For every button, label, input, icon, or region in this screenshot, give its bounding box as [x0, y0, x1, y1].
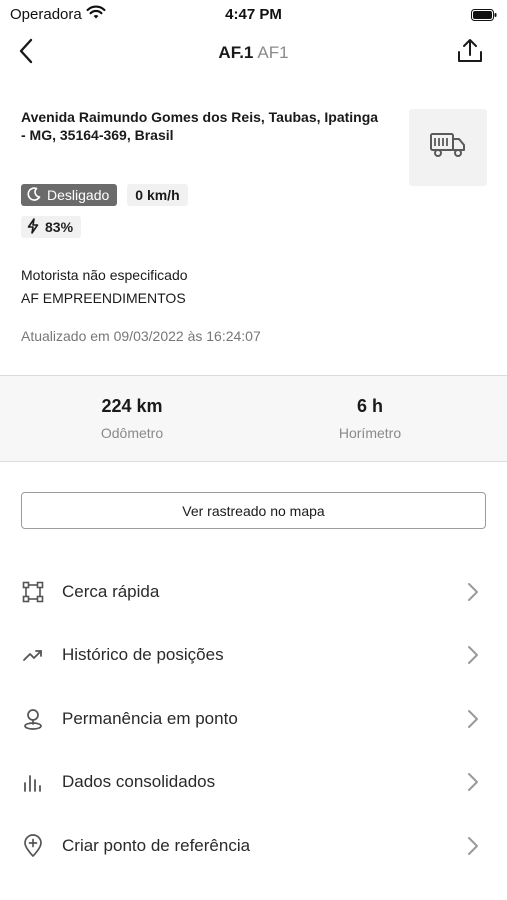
share-icon	[456, 37, 484, 70]
vehicle-thumbnail	[409, 109, 487, 186]
divider	[0, 461, 507, 462]
vehicle-code: AF.1	[218, 43, 254, 62]
battery-level-label: 83%	[45, 219, 74, 235]
menu-item-stay-at-point[interactable]: Permanência em ponto	[0, 690, 507, 750]
hourmeter-stat: 6 h Horímetro	[270, 396, 470, 441]
moon-icon	[27, 186, 47, 204]
fence-icon	[21, 580, 45, 604]
odometer-stat: 224 km Odômetro	[32, 396, 232, 441]
menu-item-label: Criar ponto de referência	[62, 836, 251, 855]
clock: 4:47 PM	[225, 6, 282, 23]
menu-item-label: Cerca rápida	[62, 582, 160, 601]
company-name: AF EMPREENDIMENTOS	[21, 290, 186, 306]
ignition-status-label: Desligado	[47, 187, 110, 203]
nav-bar: AF.1 AF1	[0, 28, 507, 78]
pin-stay-icon	[21, 707, 45, 731]
chevron-right-icon	[467, 772, 479, 797]
add-location-icon	[21, 834, 45, 858]
vehicle-name: AF1	[257, 43, 289, 62]
stats-panel: 224 km Odômetro 6 h Horímetro	[0, 376, 507, 461]
truck-icon	[429, 131, 467, 164]
speed-badge: 0 km/h	[127, 184, 188, 206]
battery-icon	[471, 8, 497, 21]
menu-item-quick-fence[interactable]: Cerca rápida	[0, 563, 507, 623]
menu-item-create-reference-point[interactable]: Criar ponto de referência	[0, 817, 507, 877]
odometer-label: Odômetro	[100, 425, 164, 441]
chevron-right-icon	[467, 709, 479, 734]
menu-item-label: Histórico de posições	[62, 645, 224, 664]
menu-item-consolidated-data[interactable]: Dados consolidados	[0, 753, 507, 813]
driver-name: Motorista não especificado	[21, 267, 188, 283]
trend-icon	[21, 643, 45, 667]
page-title: AF.1 AF1	[0, 43, 507, 63]
view-on-map-button[interactable]: Ver rastreado no mapa	[21, 492, 486, 529]
share-button[interactable]	[453, 36, 487, 70]
chevron-right-icon	[467, 582, 479, 607]
ignition-status-badge: Desligado	[21, 184, 118, 206]
menu-item-label: Permanência em ponto	[62, 709, 238, 728]
odometer-value: 224 km	[101, 396, 163, 416]
hourmeter-label: Horímetro	[338, 425, 402, 441]
chevron-right-icon	[467, 836, 479, 861]
chevron-right-icon	[467, 645, 479, 670]
battery-level-badge: 83%	[21, 216, 82, 238]
lightning-icon	[27, 217, 45, 237]
menu-item-label: Dados consolidados	[62, 772, 216, 791]
bar-chart-icon	[21, 770, 45, 794]
status-bar: Operadora 4:47 PM	[0, 0, 507, 28]
status-row: Desligado 0 km/h	[21, 184, 188, 206]
last-updated: Atualizado em 09/03/2022 às 16:24:07	[21, 328, 261, 344]
hourmeter-value: 6 h	[356, 396, 383, 416]
vehicle-address: Avenida Raimundo Gomes dos Reis, Taubas,…	[21, 109, 379, 143]
menu-item-position-history[interactable]: Histórico de posições	[0, 626, 507, 686]
